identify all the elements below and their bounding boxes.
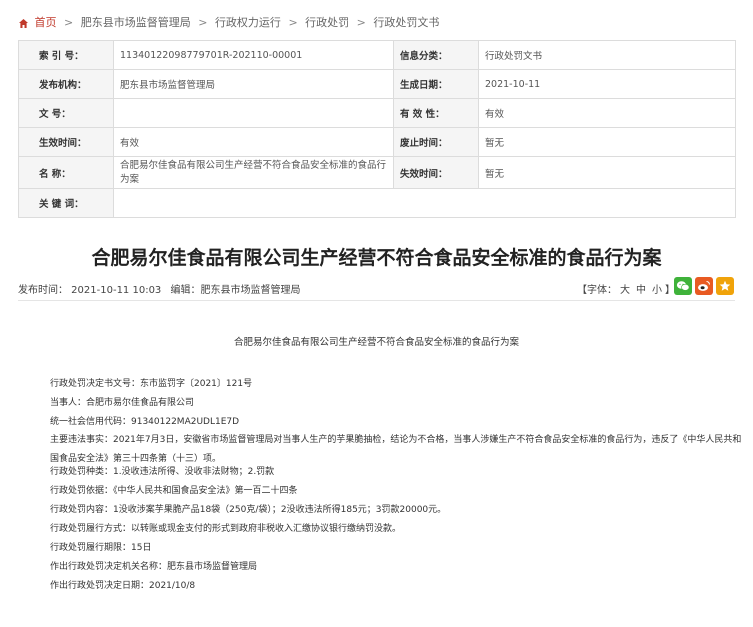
font-large-button[interactable]: 大	[620, 285, 630, 296]
editor: 编辑：肥东县市场监督管理局	[170, 285, 301, 296]
expire-label: 失效时间：	[393, 156, 479, 189]
violation-facts: 主要违法事实：2021年7月3日，安徽省市场监督管理局对当事人生产的芋果脆抽检，…	[50, 435, 742, 464]
font-medium-button[interactable]: 中	[636, 285, 646, 296]
table-row: 关 键 词：	[18, 188, 736, 218]
breadcrumb-home[interactable]: 首页	[35, 16, 57, 29]
share-bar	[674, 277, 734, 295]
expire-value: 暂无	[478, 156, 736, 189]
table-row: 发布机构： 肥东县市场监督管理局 生成日期： 2021-10-11	[18, 69, 736, 99]
category-value: 行政处罚文书	[478, 40, 736, 70]
decision-date: 作出行政处罚决定日期：2021/10/8	[50, 581, 196, 591]
publish-info: 发布时间： 2021-10-11 10:03 编辑：肥东县市场监督管理局	[18, 281, 306, 296]
font-size-label: 【字体：	[577, 285, 617, 296]
keywords-label: 关 键 词：	[18, 188, 114, 218]
authority-name: 作出行政处罚决定机关名称：肥东县市场监督管理局	[50, 562, 258, 572]
penalty-type: 行政处罚种类：1.没收违法所得、没收非法财物；2.罚款	[50, 467, 275, 477]
home-icon[interactable]	[18, 18, 29, 29]
party: 当事人：合肥市易尔佳食品有限公司	[50, 398, 195, 408]
index-value: 11340122098779701R-202110-00001	[113, 40, 394, 70]
publisher-label: 发布机构：	[18, 69, 114, 99]
table-row: 文 号： 有 效 性： 有效	[18, 98, 736, 128]
table-row: 生效时间： 有效 废止时间： 暂无	[18, 127, 736, 157]
name-label: 名 称：	[18, 156, 114, 189]
favorite-icon[interactable]	[716, 277, 734, 295]
validity-label: 有 效 性：	[393, 98, 479, 128]
validity-value: 有效	[478, 98, 736, 128]
breadcrumb: 首页 > 肥东县市场监督管理局 > 行政权力运行 > 行政处罚 > 行政处罚文书	[18, 14, 439, 30]
docno-value	[113, 98, 394, 128]
publish-time: 发布时间： 2021-10-11 10:03	[18, 285, 162, 296]
penalty-method: 行政处罚履行方式：以转账或现金支付的形式到政府非税收入汇缴协议银行缴纳罚没款。	[50, 524, 402, 534]
weibo-icon[interactable]	[695, 277, 713, 295]
divider	[18, 300, 735, 301]
category-label: 信息分类：	[393, 40, 479, 70]
page-title: 合肥易尔佳食品有限公司生产经营不符合食品安全标准的食品行为案	[91, 247, 662, 269]
font-small-button[interactable]: 小	[652, 285, 662, 296]
index-label: 索 引 号：	[18, 40, 114, 70]
breadcrumb-penalty-docs[interactable]: 行政处罚文书	[373, 16, 439, 29]
decision-number: 行政处罚决定书文号：东市监罚字〔2021〕121号	[50, 379, 253, 389]
publisher-value: 肥东县市场监督管理局	[113, 69, 394, 99]
penalty-deadline: 行政处罚履行期限：15日	[50, 543, 152, 553]
breadcrumb-penalty[interactable]: 行政处罚	[305, 16, 349, 29]
table-row: 名 称： 合肥易尔佳食品有限公司生产经营不符合食品安全标准的食品行为案 失效时间…	[18, 156, 736, 189]
breadcrumb-bureau[interactable]: 肥东县市场监督管理局	[81, 16, 191, 29]
breadcrumb-power[interactable]: 行政权力运行	[215, 16, 281, 29]
name-value: 合肥易尔佳食品有限公司生产经营不符合食品安全标准的食品行为案	[113, 156, 394, 189]
document-heading: 合肥易尔佳食品有限公司生产经营不符合食品安全标准的食品行为案	[233, 337, 519, 348]
penalty-content: 行政处罚内容：1没收涉案芋果脆产品18袋（250克/袋）；2没收违法所得185元…	[50, 505, 447, 515]
effective-value: 有效	[113, 127, 394, 157]
effective-label: 生效时间：	[18, 127, 114, 157]
created-value: 2021-10-11	[478, 69, 736, 99]
table-row: 索 引 号： 11340122098779701R-202110-00001 信…	[18, 40, 736, 70]
font-size-switcher: 【字体：大中小】	[577, 281, 675, 296]
document-body: 行政处罚决定书文号：东市监罚字〔2021〕121号 当事人：合肥市易尔佳食品有限…	[50, 378, 741, 599]
created-label: 生成日期：	[393, 69, 479, 99]
docno-label: 文 号：	[18, 98, 114, 128]
metadata-table: 索 引 号： 11340122098779701R-202110-00001 信…	[18, 40, 736, 218]
repeal-value: 暂无	[478, 127, 736, 157]
keywords-value	[113, 188, 736, 218]
penalty-basis: 行政处罚依据：《中华人民共和国食品安全法》第一百二十四条	[50, 486, 298, 496]
repeal-label: 废止时间：	[393, 127, 479, 157]
wechat-icon[interactable]	[674, 277, 692, 295]
